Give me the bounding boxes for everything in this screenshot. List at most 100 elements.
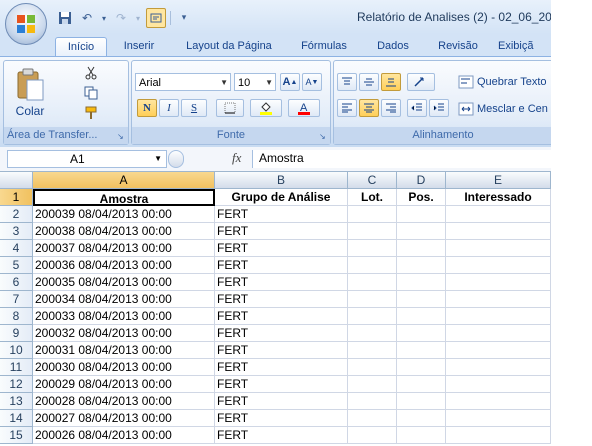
select-all-corner[interactable] [0,172,33,189]
orientation-icon[interactable] [407,73,435,91]
name-box[interactable]: A1 ▼ [7,150,167,168]
cell-a1-active[interactable]: Amostra [33,189,215,206]
table-cell[interactable] [446,427,551,444]
redo-icon[interactable]: ↷ [112,9,130,27]
formula-bar-resize-handle[interactable] [168,150,184,168]
table-cell[interactable] [446,223,551,240]
table-cell[interactable] [348,291,397,308]
grow-font-button[interactable]: A ▲ [280,73,300,91]
table-cell[interactable]: FERT [215,342,348,359]
table-cell[interactable]: 200038 08/04/2013 00:00 [33,223,215,240]
table-cell[interactable] [397,359,446,376]
table-cell[interactable] [348,274,397,291]
table-cell[interactable]: 200037 08/04/2013 00:00 [33,240,215,257]
align-top-icon[interactable] [337,73,357,91]
undo-icon[interactable]: ↶ [78,9,96,27]
table-cell[interactable]: FERT [215,223,348,240]
table-cell[interactable] [397,393,446,410]
table-cell[interactable] [348,223,397,240]
format-painter-icon[interactable] [82,105,100,121]
formula-input[interactable]: Amostra [252,150,551,168]
align-right-icon[interactable] [381,99,401,117]
row-header[interactable]: 1 [0,189,33,206]
column-header-b[interactable]: B [215,172,348,189]
insert-function-icon[interactable]: fx [232,150,241,166]
italic-button[interactable]: I [159,99,179,117]
shrink-font-button[interactable]: A ▼ [302,73,322,91]
table-cell[interactable] [397,291,446,308]
undo-dropdown-icon[interactable]: ▾ [100,9,108,27]
row-header[interactable]: 8 [0,308,33,325]
table-cell[interactable] [446,291,551,308]
table-cell[interactable]: 200029 08/04/2013 00:00 [33,376,215,393]
tab-exibicao[interactable]: Exibiçã [498,37,551,56]
decrease-indent-icon[interactable] [407,99,427,117]
row-header[interactable]: 11 [0,359,33,376]
tab-dados[interactable]: Dados [368,37,418,56]
row-header[interactable]: 7 [0,291,33,308]
header-cell[interactable]: Interessado [446,189,551,206]
table-cell[interactable] [446,376,551,393]
table-cell[interactable] [348,257,397,274]
table-cell[interactable]: 200030 08/04/2013 00:00 [33,359,215,376]
table-cell[interactable] [446,342,551,359]
office-button[interactable] [5,3,47,45]
table-cell[interactable] [446,257,551,274]
table-cell[interactable] [397,308,446,325]
row-header[interactable]: 4 [0,240,33,257]
row-header[interactable]: 10 [0,342,33,359]
font-size-combo[interactable]: 10 ▼ [234,73,276,91]
table-cell[interactable] [397,376,446,393]
column-header-c[interactable]: C [348,172,397,189]
table-cell[interactable]: FERT [215,376,348,393]
font-color-button[interactable]: A [288,99,320,117]
table-cell[interactable]: FERT [215,393,348,410]
redo-dropdown-icon[interactable]: ▾ [134,9,142,27]
row-header[interactable]: 2 [0,206,33,223]
table-cell[interactable] [446,206,551,223]
paste-button[interactable]: Colar [10,63,50,123]
row-header[interactable]: 9 [0,325,33,342]
column-header-e[interactable]: E [446,172,551,189]
worksheet-grid[interactable]: A B C D E 1 Amostra Grupo de Análise Lot. Po… [0,172,551,446]
clipboard-dialog-launcher-icon[interactable]: ↘ [117,132,126,141]
font-dialog-launcher-icon[interactable]: ↘ [319,132,328,141]
underline-button[interactable]: S [181,99,207,117]
save-icon[interactable] [56,9,74,27]
align-left-icon[interactable] [337,99,357,117]
table-cell[interactable] [397,410,446,427]
table-cell[interactable]: 200032 08/04/2013 00:00 [33,325,215,342]
font-name-combo[interactable]: Arial ▼ [135,73,231,91]
table-cell[interactable] [397,325,446,342]
wrap-text-button[interactable]: Quebrar Texto [458,72,551,92]
table-cell[interactable]: FERT [215,274,348,291]
header-cell[interactable]: Lot. [348,189,397,206]
borders-button[interactable] [216,99,244,117]
table-cell[interactable]: 200034 08/04/2013 00:00 [33,291,215,308]
table-cell[interactable] [446,240,551,257]
table-cell[interactable]: 200028 08/04/2013 00:00 [33,393,215,410]
table-cell[interactable] [397,223,446,240]
table-cell[interactable]: FERT [215,240,348,257]
table-cell[interactable] [348,308,397,325]
tab-inserir[interactable]: Inserir [113,37,165,56]
table-cell[interactable] [348,342,397,359]
table-cell[interactable]: FERT [215,308,348,325]
table-cell[interactable]: FERT [215,206,348,223]
table-cell[interactable]: 200031 08/04/2013 00:00 [33,342,215,359]
row-header[interactable]: 5 [0,257,33,274]
table-cell[interactable] [397,240,446,257]
table-cell[interactable] [348,410,397,427]
row-header[interactable]: 12 [0,376,33,393]
table-cell[interactable]: FERT [215,291,348,308]
table-cell[interactable] [446,325,551,342]
row-header[interactable]: 15 [0,427,33,444]
table-cell[interactable]: FERT [215,325,348,342]
table-cell[interactable]: FERT [215,257,348,274]
table-cell[interactable]: 200027 08/04/2013 00:00 [33,410,215,427]
copy-icon[interactable] [82,85,100,101]
row-header[interactable]: 3 [0,223,33,240]
table-cell[interactable] [446,274,551,291]
tab-layout-da-pagina[interactable]: Layout da Página [176,37,282,56]
table-cell[interactable]: 200036 08/04/2013 00:00 [33,257,215,274]
